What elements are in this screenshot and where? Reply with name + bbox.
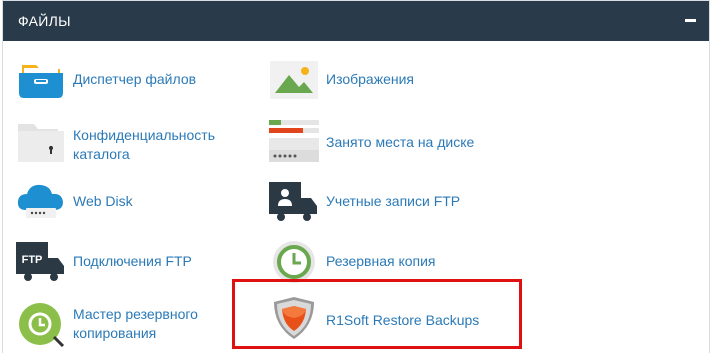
r1soft-restore-link[interactable]: R1Soft Restore Backups bbox=[269, 296, 499, 344]
images-link[interactable]: Изображения bbox=[269, 57, 469, 103]
images-label: Изображения bbox=[326, 71, 414, 87]
backup-wizard-link[interactable]: Мастер резервного копирования bbox=[16, 303, 226, 351]
ftp-connections-label: Подключения FTP bbox=[73, 253, 192, 269]
disk-usage-label: Занято места на диске bbox=[326, 134, 475, 150]
file-manager-label: Диспетчер файлов bbox=[73, 71, 197, 87]
panel-title: ФАЙЛЫ bbox=[18, 13, 71, 29]
ftp-accounts-icon bbox=[269, 180, 319, 224]
backup-wizard-label-line2: копирования bbox=[73, 325, 157, 341]
directory-privacy-label-line1: Конфиденциальность bbox=[73, 127, 216, 143]
backup-wizard-icon bbox=[16, 303, 66, 347]
backup-link[interactable]: Резервная копия bbox=[269, 240, 469, 286]
web-disk-label: Web Disk bbox=[73, 193, 133, 209]
backup-wizard-label-line1: Мастер резервного bbox=[73, 306, 198, 322]
ftp-accounts-link[interactable]: Учетные записи FTP bbox=[269, 180, 469, 226]
ftp-accounts-label: Учетные записи FTP bbox=[326, 193, 461, 209]
file-manager-link[interactable]: Диспетчер файлов bbox=[16, 57, 216, 103]
collapse-icon[interactable] bbox=[683, 12, 699, 28]
panel-header[interactable]: ФАЙЛЫ bbox=[3, 1, 709, 41]
ftp-connections-icon: FTP bbox=[16, 240, 66, 284]
directory-privacy-link[interactable]: Конфиденциальность каталога bbox=[16, 120, 236, 166]
web-disk-icon bbox=[16, 180, 66, 224]
backup-label: Резервная копия bbox=[326, 253, 436, 269]
directory-privacy-icon bbox=[16, 120, 66, 164]
images-icon bbox=[269, 57, 319, 101]
web-disk-link[interactable]: Web Disk bbox=[16, 180, 216, 226]
file-manager-icon bbox=[16, 57, 66, 101]
disk-usage-link[interactable]: Занято места на диске bbox=[269, 120, 489, 166]
r1soft-restore-label: R1Soft Restore Backups bbox=[326, 312, 480, 328]
directory-privacy-label-line2: каталога bbox=[73, 146, 130, 162]
disk-usage-icon bbox=[269, 120, 319, 164]
backup-icon bbox=[269, 240, 319, 284]
r1soft-shield-icon bbox=[269, 296, 319, 340]
ftp-connections-link[interactable]: FTP Подключения FTP bbox=[16, 240, 216, 286]
svg-text:FTP: FTP bbox=[22, 254, 43, 266]
